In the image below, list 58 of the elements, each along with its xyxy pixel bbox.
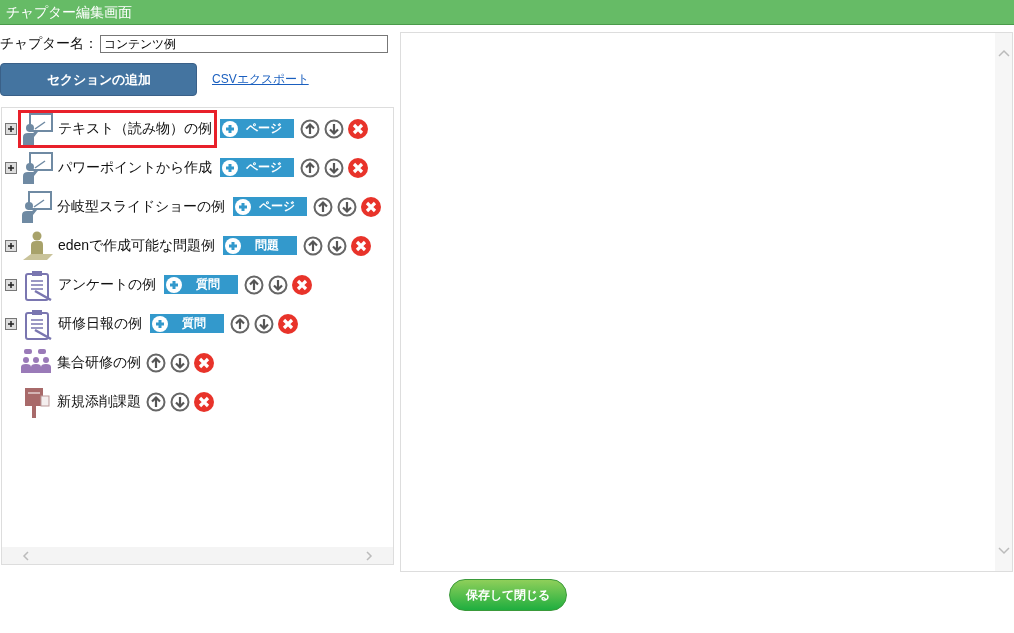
move-down-icon[interactable] bbox=[254, 313, 274, 334]
delete-icon[interactable] bbox=[348, 118, 368, 139]
expand-icon[interactable] bbox=[5, 239, 17, 252]
move-up-icon[interactable] bbox=[230, 313, 250, 334]
move-down-icon[interactable] bbox=[324, 118, 344, 139]
plus-icon bbox=[235, 198, 251, 215]
scroll-right-icon bbox=[365, 550, 373, 561]
person-at-desk-icon bbox=[21, 229, 53, 262]
delete-icon[interactable] bbox=[351, 235, 372, 256]
expand-icon[interactable] bbox=[5, 317, 17, 330]
move-up-icon[interactable] bbox=[300, 118, 320, 139]
expand-icon[interactable] bbox=[5, 122, 17, 135]
section-title[interactable]: 分岐型スライドショーの例 bbox=[57, 197, 225, 216]
move-up-icon[interactable] bbox=[313, 196, 333, 217]
scroll-up-icon bbox=[997, 49, 1010, 57]
move-up-icon[interactable] bbox=[303, 235, 324, 256]
move-down-icon[interactable] bbox=[268, 274, 288, 295]
section-title[interactable]: edenで作成可能な問題例 bbox=[58, 236, 216, 255]
move-down-icon[interactable] bbox=[170, 391, 190, 412]
expand-icon[interactable] bbox=[5, 278, 17, 291]
delete-icon[interactable] bbox=[361, 196, 381, 217]
section-title[interactable]: アンケートの例 bbox=[58, 275, 156, 294]
vertical-scrollbar[interactable] bbox=[995, 33, 1012, 571]
move-down-icon[interactable] bbox=[327, 235, 348, 256]
teacher-at-board-icon bbox=[21, 112, 53, 145]
move-up-icon[interactable] bbox=[146, 352, 166, 373]
expand-icon[interactable] bbox=[5, 161, 17, 174]
horizontal-scrollbar[interactable] bbox=[2, 547, 393, 564]
add-section-button[interactable]: セクションの追加 bbox=[0, 63, 197, 96]
plus-icon bbox=[166, 276, 182, 293]
plus-icon bbox=[222, 120, 238, 137]
section-title[interactable]: 集合研修の例 bbox=[57, 353, 141, 372]
delete-icon[interactable] bbox=[292, 274, 312, 295]
move-down-icon[interactable] bbox=[170, 352, 190, 373]
section-title[interactable]: 新規添削課題 bbox=[57, 392, 141, 411]
teacher-at-board-icon bbox=[21, 151, 53, 184]
delete-icon[interactable] bbox=[348, 157, 368, 178]
section-title[interactable]: テキスト（読み物）の例 bbox=[58, 119, 212, 138]
delete-icon[interactable] bbox=[278, 313, 298, 334]
move-down-icon[interactable] bbox=[337, 196, 357, 217]
teacher-at-board-icon bbox=[20, 190, 52, 223]
csv-export-link[interactable]: CSVエクスポート bbox=[212, 71, 309, 88]
plus-icon bbox=[222, 159, 238, 176]
move-down-icon[interactable] bbox=[324, 157, 344, 178]
delete-icon[interactable] bbox=[194, 352, 214, 373]
section-title[interactable]: 研修日報の例 bbox=[58, 314, 142, 333]
scroll-down-icon bbox=[997, 547, 1010, 555]
plus-icon bbox=[152, 315, 168, 332]
move-up-icon[interactable] bbox=[146, 391, 166, 412]
delete-icon[interactable] bbox=[194, 391, 214, 412]
input-field[interactable]: コンテンツ例 bbox=[100, 35, 388, 53]
plus-icon bbox=[225, 237, 242, 254]
field-label: チャプター名： bbox=[0, 35, 98, 53]
window-title: チャプター編集画面 bbox=[0, 0, 1014, 25]
section-title[interactable]: パワーポイントから作成 bbox=[58, 158, 212, 177]
move-up-icon[interactable] bbox=[300, 157, 320, 178]
scroll-left-icon bbox=[22, 550, 30, 561]
move-up-icon[interactable] bbox=[244, 274, 264, 295]
